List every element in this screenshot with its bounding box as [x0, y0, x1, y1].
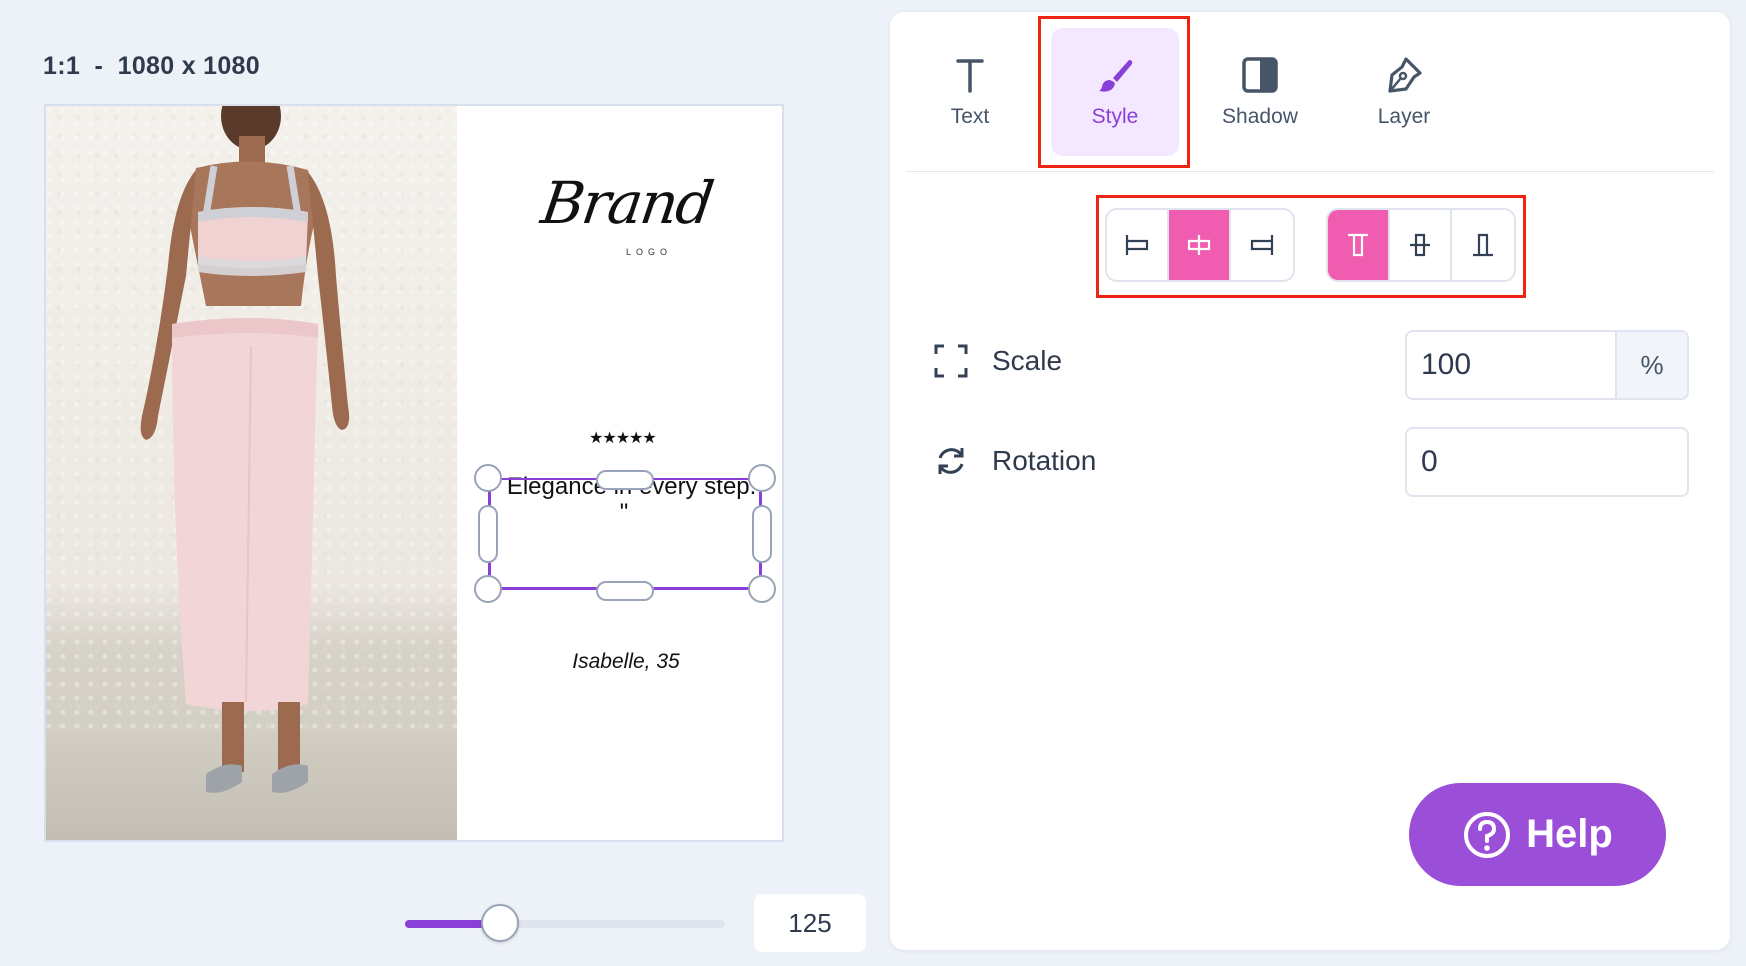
rotation-input[interactable]: 0	[1405, 427, 1689, 497]
scale-row-label: Scale	[932, 342, 1062, 380]
tab-shadow-label: Shadow	[1222, 105, 1298, 128]
text-icon	[956, 59, 984, 93]
scale-label: Scale	[992, 345, 1063, 376]
brand-logo[interactable]: Brand LOGO	[526, 161, 726, 281]
scale-input[interactable]: 100	[1405, 330, 1617, 400]
question-icon	[1464, 811, 1511, 858]
canvas-size-label: 1:1 - 1080 x 1080	[43, 52, 260, 80]
scale-unit: %	[1615, 330, 1689, 400]
help-label: Help	[1526, 812, 1613, 856]
zoom-slider-fill	[405, 920, 492, 928]
rotation-row-label: Rotation	[932, 442, 1096, 480]
resize-handle-bottom-left[interactable]	[474, 575, 502, 603]
brand-logo-subtext: LOGO	[626, 247, 673, 257]
resize-handle-top-right[interactable]	[748, 464, 776, 492]
resize-handle-bottom-right[interactable]	[748, 575, 776, 603]
resize-handle-top[interactable]	[596, 470, 654, 490]
zoom-slider-thumb[interactable]	[481, 904, 519, 942]
rating-stars[interactable]: ★★★★★	[589, 428, 657, 448]
highlight-align-groups	[1096, 195, 1526, 298]
resize-handle-right[interactable]	[752, 505, 772, 563]
zoom-value-field[interactable]: 125	[754, 894, 866, 952]
help-button[interactable]: Help	[1409, 783, 1666, 886]
tab-text-label: Text	[950, 105, 990, 128]
zoom-slider-track[interactable]	[405, 920, 725, 928]
author-text[interactable]: Isabelle, 35	[526, 650, 726, 674]
pen-icon	[1388, 57, 1422, 93]
tab-layer-label: Layer	[1377, 105, 1431, 128]
shadow-icon	[1242, 57, 1278, 93]
expand-icon	[934, 344, 968, 378]
resize-handle-top-left[interactable]	[474, 464, 502, 492]
resize-handle-left[interactable]	[478, 505, 498, 563]
tab-shadow[interactable]: Shadow	[1196, 28, 1324, 156]
rotate-icon	[938, 448, 964, 474]
design-artboard[interactable]: Brand LOGO ★★★★★ " Elegance in every ste…	[44, 104, 784, 842]
model-photo[interactable]	[46, 106, 457, 840]
panel-tabs: Text Style Shadow Layer	[906, 12, 1714, 172]
model-figure	[140, 106, 350, 793]
tab-layer[interactable]: Layer	[1340, 28, 1468, 156]
tab-text[interactable]: Text	[906, 28, 1034, 156]
highlight-style-tab	[1038, 16, 1190, 168]
resize-handle-bottom[interactable]	[596, 581, 654, 601]
brand-logo-text: Brand	[537, 169, 717, 237]
rotation-label: Rotation	[992, 445, 1097, 476]
selection-box[interactable]	[488, 478, 762, 590]
